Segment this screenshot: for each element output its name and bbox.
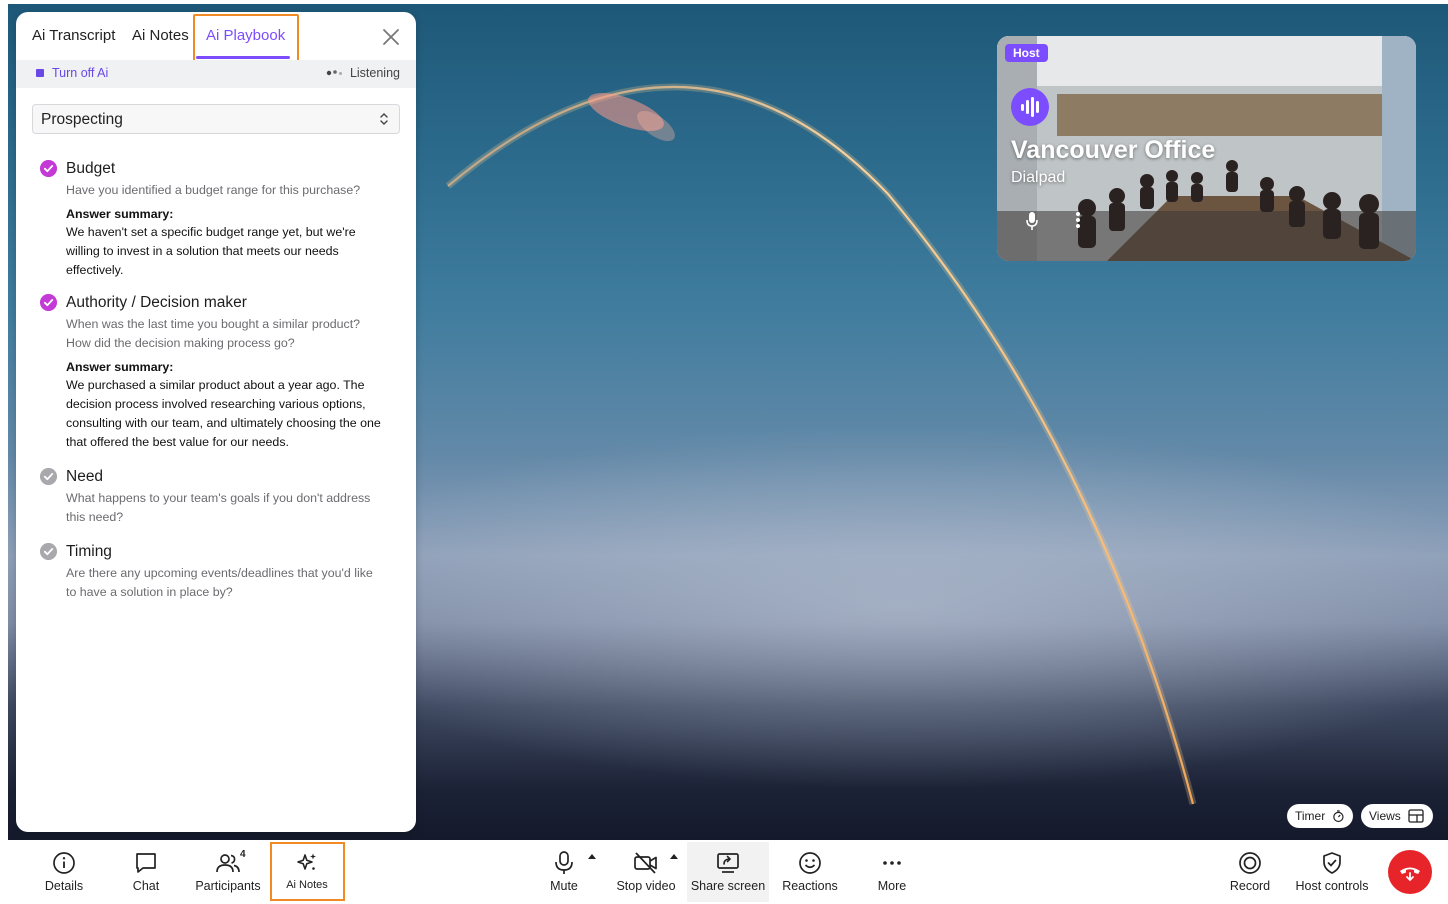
item-question: When was the last time you bought a simi… <box>66 317 361 350</box>
stop-square-icon <box>36 69 44 77</box>
check-complete-icon <box>40 160 57 177</box>
answer-summary-text: We haven't set a specific budget range y… <box>66 225 356 277</box>
participants-icon <box>216 854 240 873</box>
info-icon <box>53 852 75 874</box>
video-off-icon <box>634 852 657 874</box>
record-icon <box>1239 852 1261 874</box>
timer-label: Timer <box>1295 809 1326 823</box>
hang-up-phone-icon <box>1400 867 1420 882</box>
reactions-label: Reactions <box>782 879 838 893</box>
listening-dots-icon <box>326 70 342 76</box>
mute-options-caret-icon[interactable] <box>588 854 596 860</box>
tab-ai-notes[interactable]: Ai Notes <box>132 27 189 44</box>
chat-bubble-icon <box>136 853 156 873</box>
participant-name: Vancouver Office <box>1011 136 1216 164</box>
chat-label: Chat <box>132 879 160 893</box>
turn-off-ai-button[interactable]: Turn off Ai <box>36 66 108 80</box>
audio-activity-icon <box>1011 88 1049 126</box>
stopwatch-icon <box>1333 810 1344 823</box>
playbook-item-budget: Budget Have you identified a budget rang… <box>36 158 386 280</box>
more-vertical-icon[interactable] <box>1075 211 1081 229</box>
tab-ai-transcript[interactable]: Ai Transcript <box>32 27 115 44</box>
participants-button[interactable]: 4 Participants <box>187 849 269 900</box>
views-button[interactable]: Views <box>1361 804 1433 828</box>
select-caret-icon <box>380 113 388 125</box>
microphone-icon[interactable] <box>1025 211 1039 231</box>
meeting-toolbar: Details Chat 4 Participants Ai Notes Mut… <box>0 840 1448 904</box>
timer-button[interactable]: Timer <box>1287 804 1353 828</box>
item-question: What happens to your team's goals if you… <box>66 491 371 524</box>
close-icon[interactable] <box>380 26 402 48</box>
stop-video-label: Stop video <box>616 879 676 893</box>
turn-off-ai-label: Turn off Ai <box>52 66 109 80</box>
playbook-item-timing: Timing Are there any upcoming events/dea… <box>36 541 386 602</box>
item-title: Budget <box>66 160 116 177</box>
details-button[interactable]: Details <box>23 850 105 900</box>
item-question: Are there any upcoming events/deadlines … <box>66 566 373 599</box>
playbook-select-value: Prospecting <box>41 111 123 128</box>
ai-side-panel: Ai Transcript Ai Notes Ai Playbook Turn … <box>16 12 416 832</box>
participants-count-badge: 4 <box>240 849 246 860</box>
check-pending-icon <box>40 468 57 485</box>
more-button[interactable]: More <box>851 850 933 900</box>
microphone-icon <box>555 851 573 874</box>
item-title: Need <box>66 468 104 485</box>
share-screen-button[interactable]: Share screen <box>687 842 769 902</box>
record-button[interactable]: Record <box>1209 850 1291 900</box>
ai-status-bar: Turn off Ai Listening <box>16 60 416 88</box>
more-label: More <box>877 879 907 893</box>
answer-summary-text: We purchased a similar product about a y… <box>66 378 381 449</box>
host-controls-button[interactable]: Host controls <box>1291 850 1373 900</box>
tab-highlight-box <box>193 14 299 66</box>
listening-status: Listening <box>326 66 400 80</box>
playbook-item-need: Need What happens to your team's goals i… <box>36 466 386 527</box>
shield-check-icon <box>1323 852 1341 874</box>
smiley-icon <box>799 852 821 874</box>
share-screen-label: Share screen <box>690 879 766 893</box>
more-horizontal-icon <box>883 861 901 865</box>
record-label: Record <box>1229 879 1271 893</box>
ai-notes-highlight-box <box>270 842 345 901</box>
host-badge: Host <box>1005 44 1048 62</box>
participant-tile[interactable]: Host Vancouver Office Dialpad <box>997 36 1416 261</box>
end-call-button[interactable] <box>1388 850 1432 894</box>
check-pending-icon <box>40 543 57 560</box>
panel-tabs: Ai Transcript Ai Notes Ai Playbook <box>16 12 416 66</box>
answer-summary-label: Answer summary: <box>66 207 174 221</box>
playbook-item-authority: Authority / Decision maker When was the … <box>36 292 386 452</box>
playbook-items: Budget Have you identified a budget rang… <box>36 158 386 612</box>
chat-button[interactable]: Chat <box>105 850 187 900</box>
listening-label: Listening <box>349 66 400 80</box>
mute-label: Mute <box>550 879 578 893</box>
answer-summary-label: Answer summary: <box>66 360 174 374</box>
video-options-caret-icon[interactable] <box>670 854 678 860</box>
views-label: Views <box>1369 809 1401 823</box>
details-label: Details <box>44 879 84 893</box>
reactions-button[interactable]: Reactions <box>769 850 851 900</box>
playbook-select[interactable]: Prospecting <box>32 104 400 134</box>
participants-label: Participants <box>195 879 261 893</box>
participant-subtitle: Dialpad <box>1011 169 1066 186</box>
item-question: Have you identified a budget range for t… <box>66 183 361 197</box>
item-title: Timing <box>66 543 112 560</box>
layout-grid-icon <box>1408 809 1424 823</box>
item-title: Authority / Decision maker <box>66 294 247 311</box>
share-screen-icon <box>717 853 739 873</box>
host-controls-label: Host controls <box>1295 879 1369 893</box>
check-complete-icon <box>40 294 57 311</box>
